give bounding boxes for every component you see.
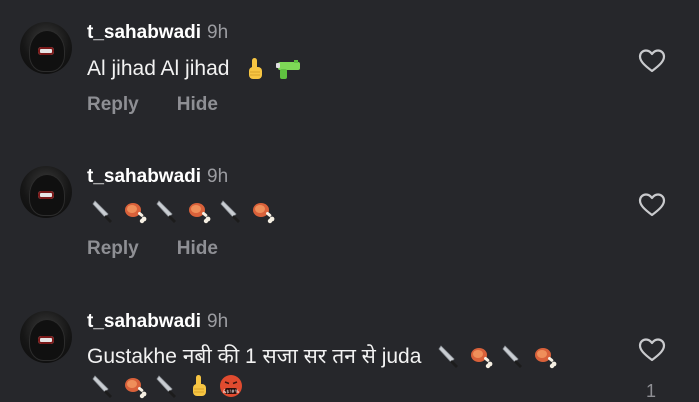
- heart-icon[interactable]: [638, 48, 666, 74]
- reply-button[interactable]: Reply: [87, 238, 139, 260]
- meat-on-bone-icon: [468, 343, 494, 369]
- comment-text: Al jihad Al jihad: [87, 54, 307, 84]
- index-pointing-up-icon: [242, 56, 268, 82]
- meat-on-bone-icon: [250, 198, 276, 224]
- avatar[interactable]: [20, 311, 72, 363]
- timestamp: 9h: [207, 311, 229, 332]
- username[interactable]: t_sahabwadi: [87, 166, 201, 188]
- comment-item: t_sahabwadi 9h Al jihad Al jihad Reply H…: [0, 22, 699, 142]
- username[interactable]: t_sahabwadi: [87, 22, 201, 44]
- knife-icon: [90, 373, 116, 399]
- comment-header: t_sahabwadi 9h: [87, 311, 228, 337]
- knife-icon: [500, 343, 526, 369]
- comment-text: [87, 196, 279, 226]
- comment-actions: Reply Hide: [87, 238, 218, 260]
- hide-button[interactable]: Hide: [177, 94, 218, 116]
- comment-header: t_sahabwadi 9h: [87, 166, 228, 192]
- username[interactable]: t_sahabwadi: [87, 311, 201, 333]
- heart-icon[interactable]: [638, 192, 666, 218]
- timestamp: 9h: [207, 166, 229, 187]
- meat-on-bone-icon: [186, 198, 212, 224]
- comment-text-line-1: Gustakhe नबी की 1 सजा सर तन से juda: [87, 341, 561, 371]
- knife-icon: [154, 198, 180, 224]
- meat-on-bone-icon: [532, 343, 558, 369]
- comment-body: Gustakhe नबी की 1 सजा सर तन से juda: [87, 345, 422, 368]
- meat-on-bone-icon: [122, 198, 148, 224]
- knife-icon: [90, 198, 116, 224]
- avatar[interactable]: [20, 166, 72, 218]
- avatar[interactable]: [20, 22, 72, 74]
- heart-icon[interactable]: [638, 337, 666, 363]
- water-pistol-icon: [274, 56, 304, 82]
- hide-button[interactable]: Hide: [177, 238, 218, 260]
- comment-item: t_sahabwadi 9h Reply Hide: [0, 166, 699, 286]
- knife-icon: [154, 373, 180, 399]
- comment-actions: Reply Hide: [87, 94, 218, 116]
- reply-button[interactable]: Reply: [87, 94, 139, 116]
- comment-body: Al jihad Al jihad: [87, 57, 230, 80]
- knife-icon: [436, 343, 462, 369]
- knife-icon: [218, 198, 244, 224]
- index-pointing-up-icon: [186, 373, 212, 399]
- face-with-symbols-on-mouth-icon: [218, 373, 244, 399]
- like-count: 1: [646, 381, 657, 401]
- comment-item: t_sahabwadi 9h Gustakhe नबी की 1 सजा सर …: [0, 311, 699, 401]
- comment-header: t_sahabwadi 9h: [87, 22, 228, 48]
- timestamp: 9h: [207, 22, 229, 43]
- meat-on-bone-icon: [122, 373, 148, 399]
- comment-text-line-2: [87, 371, 247, 401]
